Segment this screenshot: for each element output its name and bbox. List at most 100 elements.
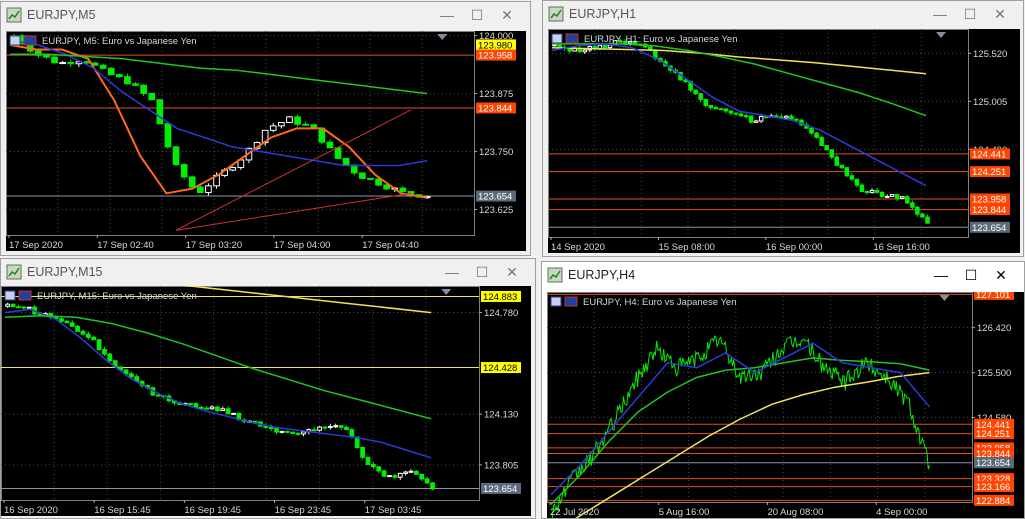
candle-body xyxy=(708,104,714,109)
candle-body xyxy=(894,194,900,199)
candle-body xyxy=(419,473,425,480)
x-axis-label: 17 Sep 02:40 xyxy=(97,240,154,251)
price-chart-h1[interactable]: EURJPY, H1: Euro vs Japanese Yen 125.520 1… xyxy=(548,29,1020,253)
candle-body xyxy=(80,330,86,335)
x-axis-label: 17 Sep 03:20 xyxy=(186,240,243,251)
x-axis-label: 17 Sep 03:45 xyxy=(365,505,422,516)
title-bar[interactable]: EURJPY,M5 — ☐ ✕ xyxy=(1,2,530,28)
candle-body xyxy=(284,430,290,433)
candle-body xyxy=(925,216,930,224)
price-tag-label: 124.441 xyxy=(972,149,1006,160)
title-bar[interactable]: EURJPY,H4 — ☐ ✕ xyxy=(542,262,1024,288)
candle-body xyxy=(602,44,608,49)
minimize-button[interactable]: — xyxy=(434,5,460,25)
candle-body xyxy=(430,482,435,490)
candle-body xyxy=(824,145,829,151)
candle-body xyxy=(338,425,344,428)
minimize-button[interactable]: — xyxy=(439,262,465,282)
price-tag-label: 127.101 xyxy=(976,292,1010,301)
candle-body xyxy=(874,189,880,193)
candle-body xyxy=(327,425,333,429)
title-bar[interactable]: EURJPY,H1 — ☐ ✕ xyxy=(543,1,1023,27)
window-eurjpy-h1[interactable]: EURJPY,H1 — ☐ ✕ EURJPY, H1: Euro vs Japa… xyxy=(542,0,1024,257)
candle-body xyxy=(326,141,334,149)
candle-body xyxy=(814,132,819,138)
candle-body xyxy=(205,185,212,194)
plot-border xyxy=(548,29,969,238)
candle-body xyxy=(295,432,301,435)
candle-body xyxy=(344,426,349,431)
chart-shift-marker xyxy=(939,295,950,301)
price-chart-h4[interactable]: EURJPY, H4: Euro vs Japanese Yen 126.420 1… xyxy=(547,292,1024,518)
price-tag-label: 124.251 xyxy=(972,167,1006,178)
close-button[interactable]: ✕ xyxy=(988,265,1014,285)
window-eurjpy-h4[interactable]: EURJPY,H4 — ☐ ✕ EURJPY, H4: Euro vs Japa… xyxy=(541,261,1025,519)
maximize-button[interactable]: ☐ xyxy=(469,262,495,282)
moving-average-line xyxy=(552,43,927,117)
candle-body xyxy=(59,62,66,65)
candle-body xyxy=(156,99,164,125)
candle-body xyxy=(342,157,350,166)
price-chart-m5[interactable]: EURJPY, M5: Euro vs Japanese Yen 124.000 1… xyxy=(6,31,526,251)
candle-body xyxy=(188,403,193,406)
close-button[interactable]: ✕ xyxy=(494,5,520,25)
candle-body xyxy=(839,164,845,169)
candle-body xyxy=(387,475,392,478)
candle-body xyxy=(209,406,215,410)
candle-body xyxy=(16,306,21,309)
candle-body xyxy=(844,167,850,177)
y-axis-label: 123.750 xyxy=(479,147,513,158)
candle-body xyxy=(403,471,409,474)
chart-symbol-info: EURJPY, M15: Euro vs Japanese Yen xyxy=(37,291,197,302)
minimize-button[interactable]: — xyxy=(928,265,954,285)
candle-body xyxy=(128,373,134,378)
x-axis-label: 17 Sep 04:40 xyxy=(362,240,419,251)
candle-body xyxy=(96,339,102,351)
y-axis-label: 125.520 xyxy=(973,49,1007,60)
candle-body xyxy=(375,178,382,186)
chart-window-icon xyxy=(6,264,22,280)
window-eurjpy-m15[interactable]: EURJPY,M15 — ☐ ✕ EURJPY, M15: Euro vs Ja… xyxy=(0,258,536,519)
candle-body xyxy=(905,196,910,204)
candle-body xyxy=(370,463,376,468)
flag-icon xyxy=(551,33,563,44)
price-tag-label: 124.883 xyxy=(483,292,517,303)
plot-border xyxy=(547,292,973,503)
chart-window-icon xyxy=(547,267,563,283)
candle-body xyxy=(713,107,719,110)
moving-average-line xyxy=(9,39,428,167)
flag-icon xyxy=(23,35,37,46)
candle-body xyxy=(794,118,799,121)
close-button[interactable]: ✕ xyxy=(987,4,1013,24)
candle-body xyxy=(198,406,204,409)
moving-average-line xyxy=(10,53,428,95)
y-axis-label: 124.130 xyxy=(484,410,518,421)
candle-body xyxy=(809,127,814,134)
candle-body xyxy=(397,472,403,478)
moving-average-line xyxy=(4,308,432,459)
candle-body xyxy=(349,429,355,438)
maximize-button[interactable]: ☐ xyxy=(957,4,983,24)
candle-body xyxy=(278,122,285,127)
y-axis-label: 123.625 xyxy=(479,205,513,216)
candle-body xyxy=(91,336,97,341)
title-bar[interactable]: EURJPY,M15 — ☐ ✕ xyxy=(1,259,535,285)
minimize-button[interactable]: — xyxy=(927,4,953,24)
maximize-button[interactable]: ☐ xyxy=(464,5,490,25)
candle-body xyxy=(290,431,296,434)
close-button[interactable]: ✕ xyxy=(499,262,525,282)
window-eurjpy-m5[interactable]: EURJPY,M5 — ☐ ✕ EURJPY, M5: Euro vs Japa… xyxy=(0,1,531,256)
candle-body xyxy=(274,427,279,433)
price-tag-label: 123.654 xyxy=(478,192,512,203)
candle-body xyxy=(399,187,407,193)
candle-body xyxy=(854,178,860,186)
chart-shift-marker xyxy=(936,32,946,38)
candle-body xyxy=(5,303,11,307)
candle-body xyxy=(376,466,382,472)
candle-body xyxy=(220,408,226,412)
price-chart-m15[interactable]: EURJPY, M15: Euro vs Japanese Yen 124.780… xyxy=(1,286,531,516)
x-axis-label: 17 Sep 04:00 xyxy=(274,240,331,251)
maximize-button[interactable]: ☐ xyxy=(958,265,984,285)
x-axis-label: 17 Sep 2020 xyxy=(9,240,63,251)
candle-body xyxy=(322,426,328,429)
